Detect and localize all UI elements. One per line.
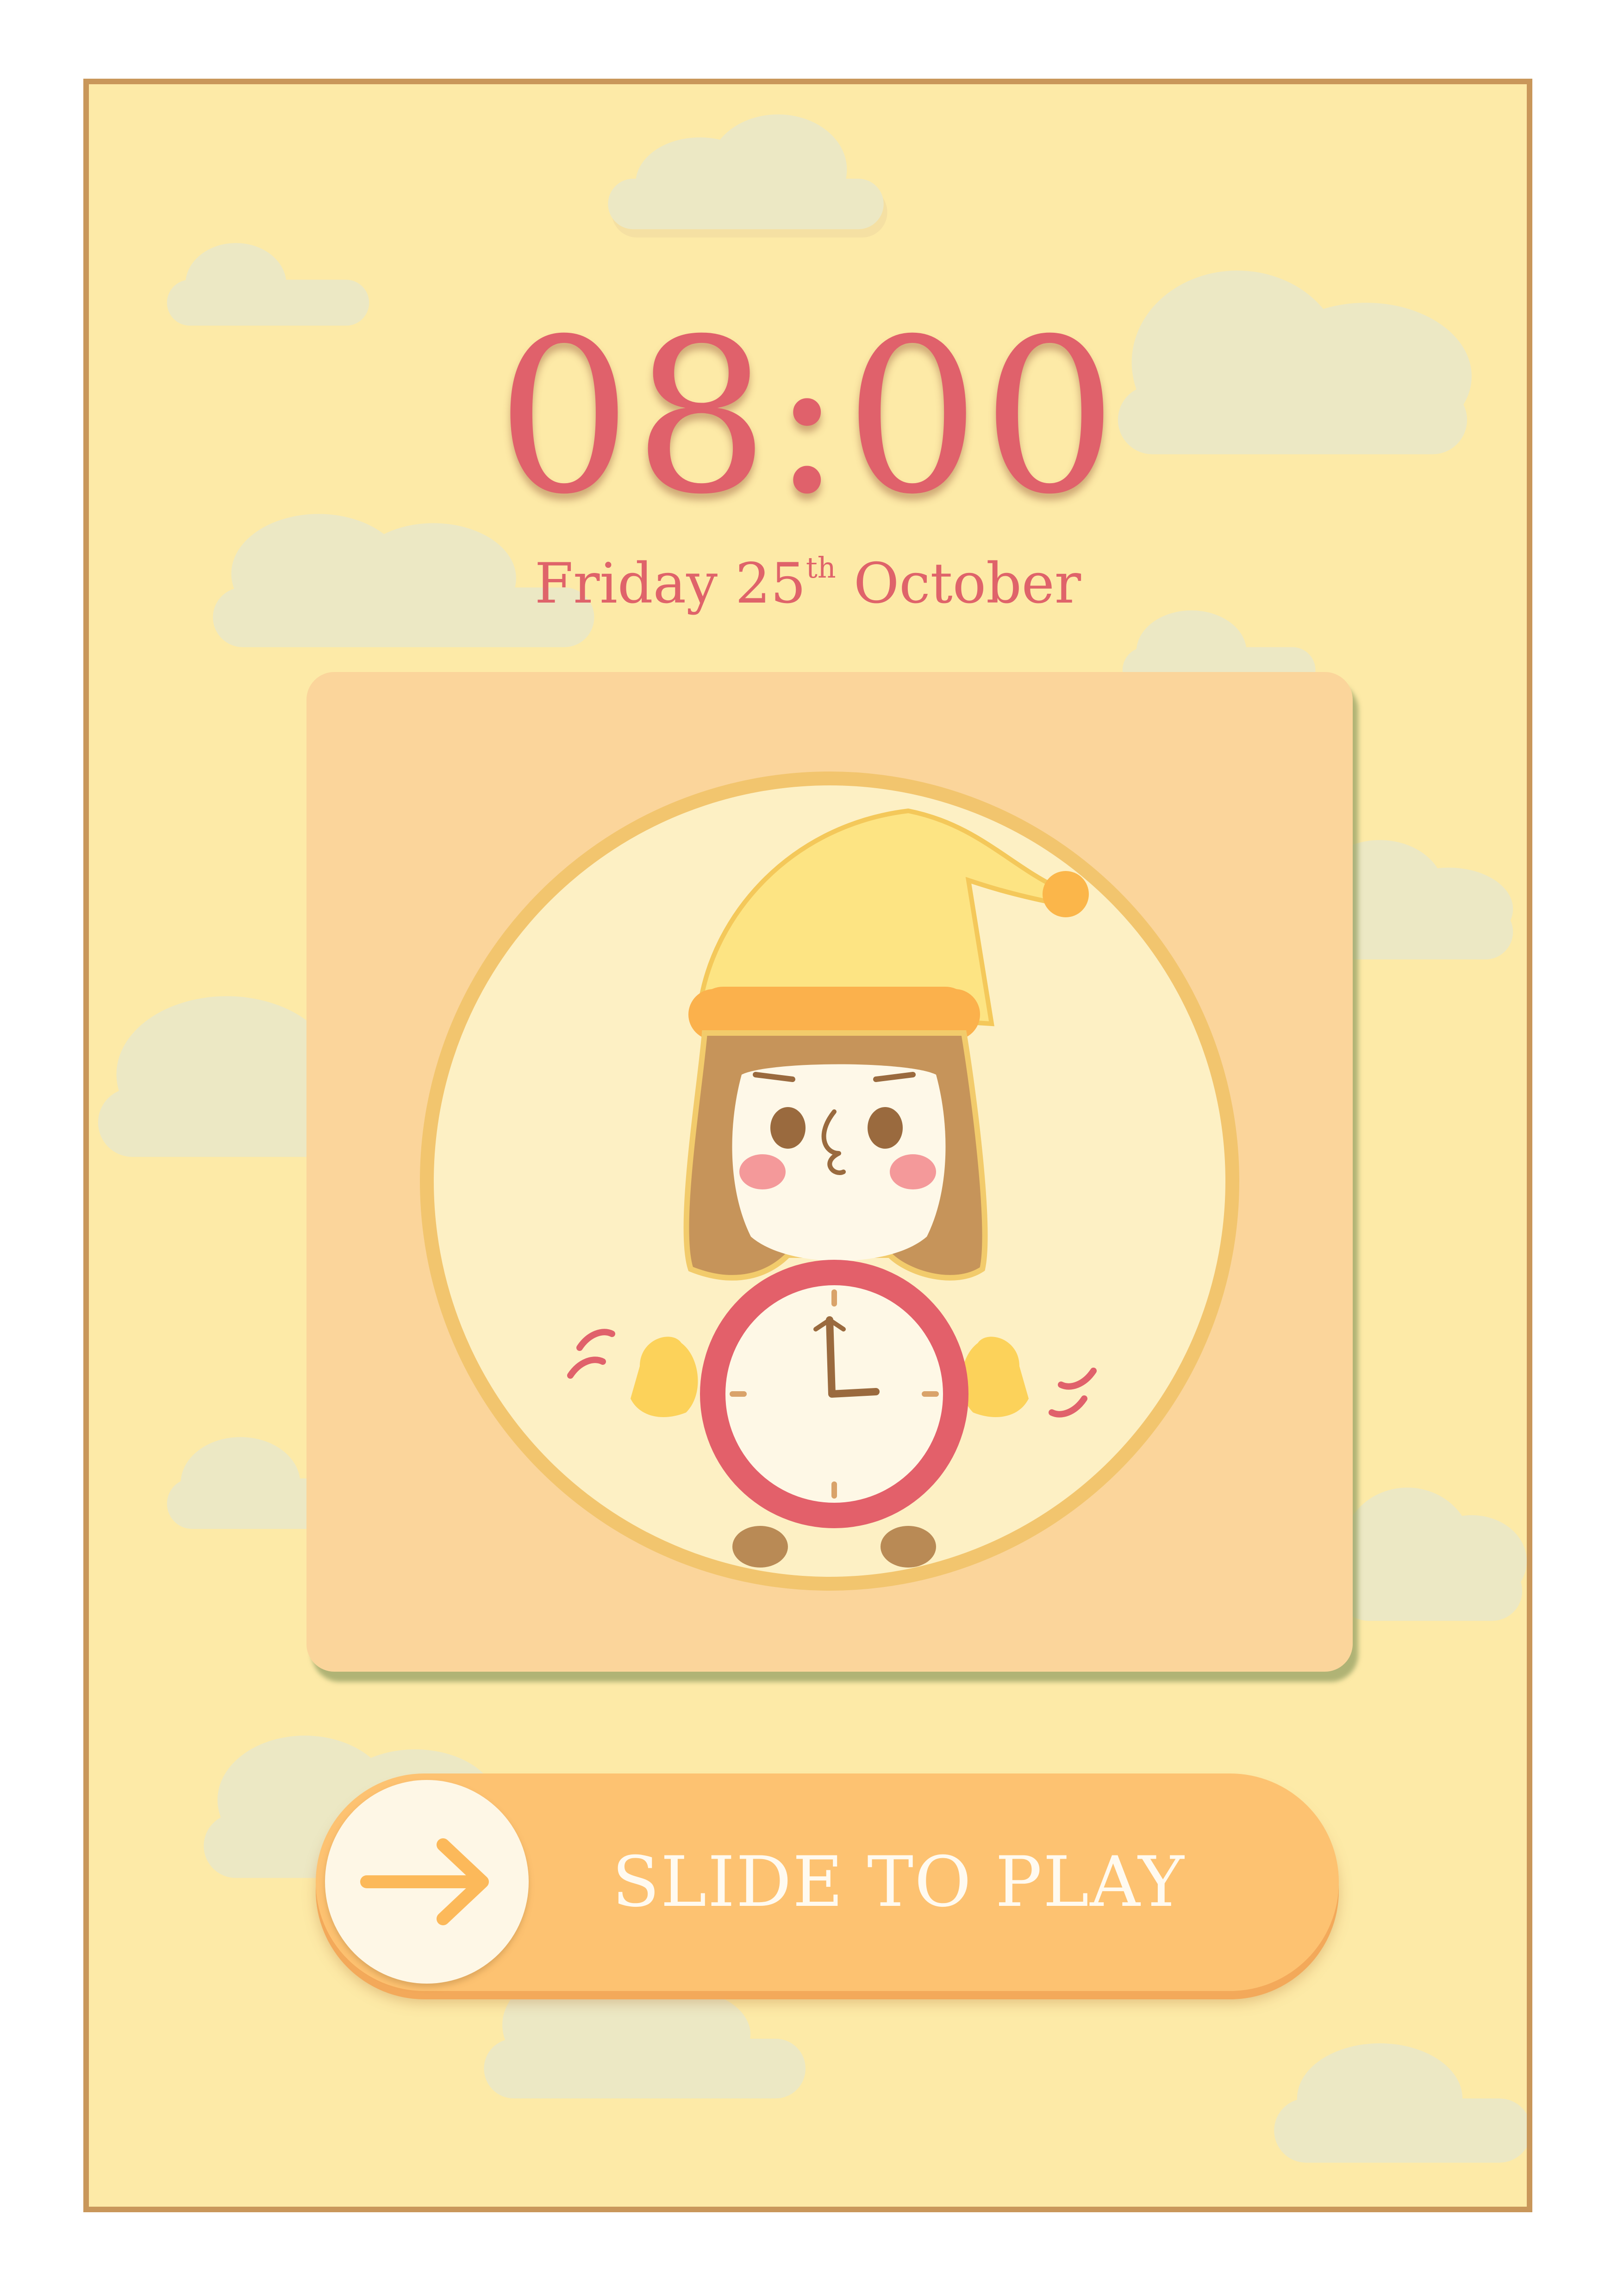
lockscreen-frame: 08:00 Friday 25th October SLIDE TO PLAY	[83, 79, 1532, 2212]
date-month: October	[853, 552, 1081, 616]
face-icon	[732, 1064, 946, 1261]
slide-to-play-slider[interactable]: SLIDE TO PLAY	[316, 1773, 1339, 1991]
foot-icon	[732, 1526, 788, 1568]
cloud-icon	[608, 114, 887, 238]
slider-label: SLIDE TO PLAY	[612, 1842, 1185, 1923]
date-day: 25	[735, 552, 806, 616]
arrow-right-icon	[360, 1838, 489, 1925]
alarm-girl-illustration	[420, 772, 1239, 1591]
illustration-card	[306, 672, 1353, 1672]
slider-handle[interactable]	[325, 1780, 529, 1984]
date-ordinal: th	[806, 551, 836, 585]
cloud-icon	[1274, 2043, 1527, 2163]
alarm-clock-icon	[700, 1260, 968, 1528]
clock-time: 08:00	[496, 293, 1119, 541]
foot-icon	[881, 1526, 936, 1568]
date-weekday: Friday	[534, 552, 718, 616]
cloud-icon	[1338, 1487, 1527, 1621]
date-label: Friday 25th October	[89, 552, 1527, 616]
